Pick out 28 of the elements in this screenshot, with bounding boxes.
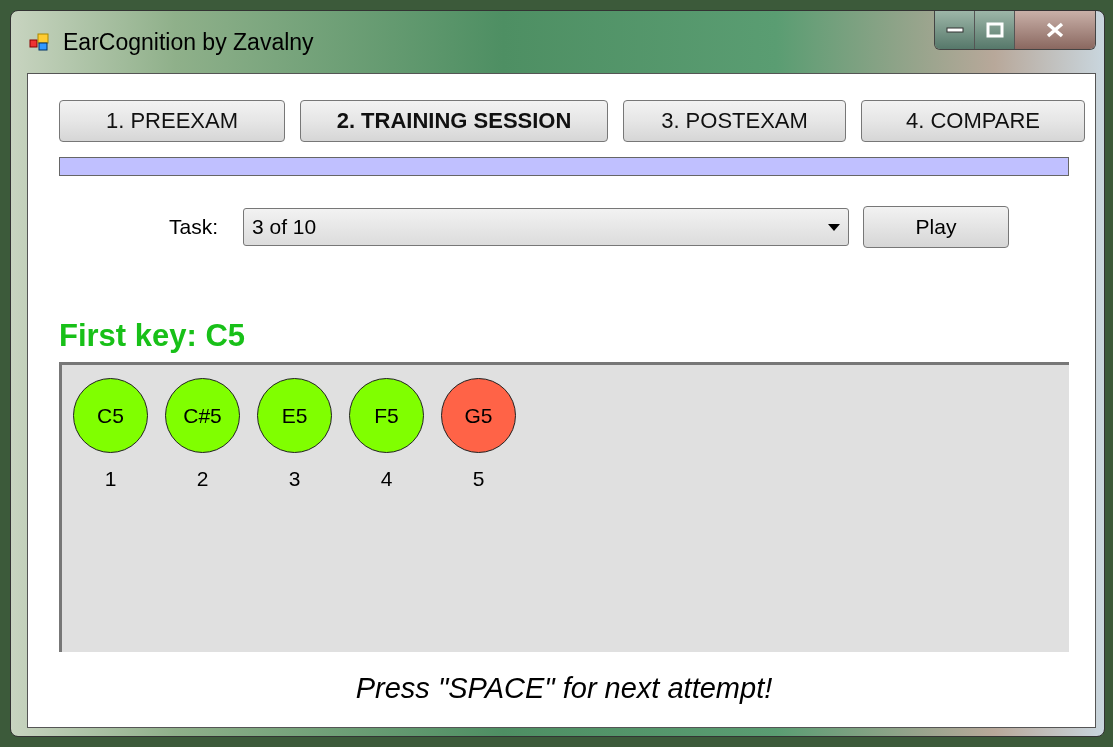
dropdown-arrow-icon bbox=[828, 223, 840, 231]
maximize-button[interactable] bbox=[975, 11, 1015, 49]
note-number: 1 bbox=[104, 467, 117, 491]
instruction-text: Press "SPACE" for next attempt! bbox=[354, 672, 774, 705]
task-dropdown[interactable]: 3 of 10 bbox=[243, 208, 849, 246]
close-icon bbox=[1045, 22, 1065, 38]
task-label: Task: bbox=[169, 215, 219, 239]
minimize-button[interactable] bbox=[935, 11, 975, 49]
note-circle: G5 bbox=[441, 378, 516, 453]
play-button[interactable]: Play bbox=[863, 206, 1009, 248]
close-button[interactable] bbox=[1015, 11, 1095, 49]
note-circle: C5 bbox=[73, 378, 148, 453]
tab[interactable]: 1. PREEXAM bbox=[59, 100, 285, 142]
note-number: 4 bbox=[380, 467, 393, 491]
app-icon bbox=[29, 32, 51, 52]
window-title: EarCognition by Zavalny bbox=[63, 28, 314, 56]
note-circle: C#5 bbox=[165, 378, 240, 453]
tab[interactable]: 2. TRAINING SESSION bbox=[300, 100, 608, 142]
minimize-icon bbox=[945, 27, 964, 33]
maximize-icon bbox=[985, 22, 1004, 38]
note-circle: E5 bbox=[257, 378, 332, 453]
note-circle: F5 bbox=[349, 378, 424, 453]
tab[interactable]: 3. POSTEXAM bbox=[623, 100, 846, 142]
note-number: 2 bbox=[196, 467, 209, 491]
note-number: 3 bbox=[288, 467, 301, 491]
first-key-label: First key: C5 bbox=[59, 318, 247, 354]
note-number: 5 bbox=[472, 467, 485, 491]
tab[interactable]: 4. COMPARE bbox=[861, 100, 1085, 142]
